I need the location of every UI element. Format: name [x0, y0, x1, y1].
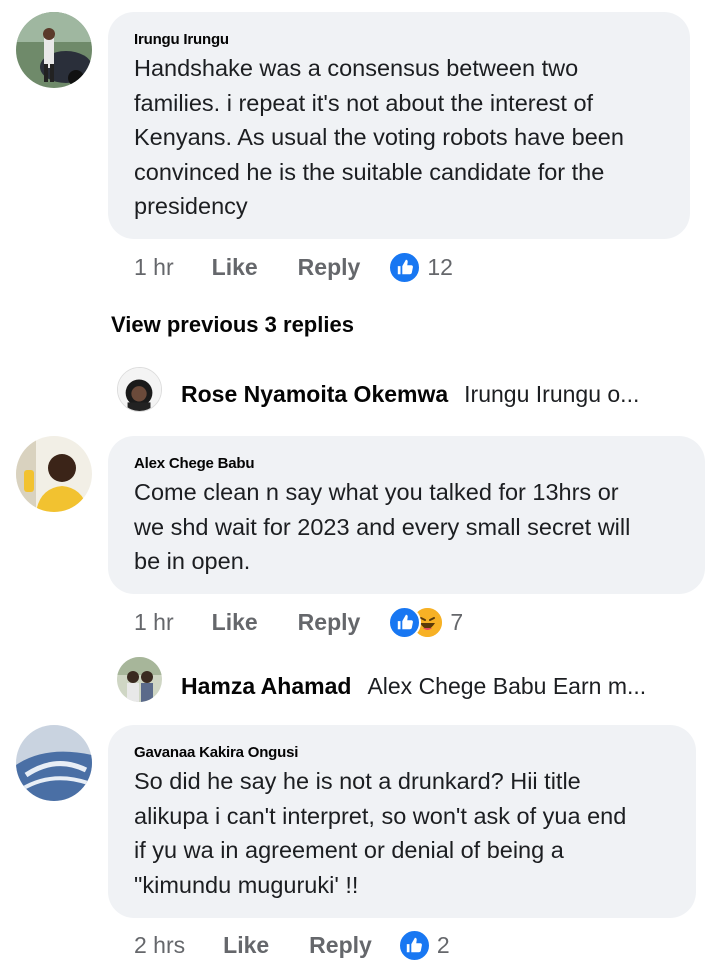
- view-previous-replies[interactable]: View previous 3 replies: [111, 312, 354, 338]
- like-icon: [388, 250, 422, 284]
- comment-actions: 1 hr Like Reply 7: [134, 604, 463, 640]
- reactions-summary[interactable]: 7: [388, 605, 464, 639]
- reply-author[interactable]: Hamza Ahamad: [181, 673, 351, 700]
- reply-button[interactable]: Reply: [298, 254, 361, 281]
- comment-author[interactable]: Gavanaa Kakira Ongusi: [134, 744, 298, 761]
- reactions-summary[interactable]: 12: [388, 250, 453, 284]
- reaction-count: 2: [436, 931, 450, 958]
- reply-button[interactable]: Reply: [309, 932, 372, 959]
- reactions-summary[interactable]: 2: [397, 928, 450, 962]
- reaction-count: 12: [427, 253, 453, 280]
- reply-text: Alex Chege Babu Earn m...: [367, 672, 647, 699]
- comment-timestamp[interactable]: 2 hrs: [134, 932, 185, 959]
- comment-timestamp[interactable]: 1 hr: [134, 609, 174, 636]
- comment-text: Come clean n say what you talked for 13h…: [134, 479, 631, 574]
- like-icon: [388, 605, 422, 639]
- like-button[interactable]: Like: [223, 932, 269, 959]
- comment-actions: 2 hrs Like Reply 2: [134, 927, 450, 963]
- comment-text: So did he say he is not a drunkard? Hii …: [134, 768, 627, 898]
- avatar[interactable]: [16, 436, 92, 512]
- reply-preview[interactable]: Hamza Ahamad Alex Chege Babu Earn m...: [181, 670, 681, 702]
- like-button[interactable]: Like: [212, 609, 258, 636]
- like-button[interactable]: Like: [212, 254, 258, 281]
- avatar[interactable]: [16, 725, 92, 801]
- reply-text: Irungu Irungu o...: [464, 380, 640, 407]
- like-icon: [397, 928, 431, 962]
- avatar[interactable]: [117, 657, 162, 702]
- comment-author[interactable]: Irungu Irungu: [134, 31, 229, 48]
- avatar[interactable]: [16, 12, 92, 88]
- reply-author[interactable]: Rose Nyamoita Okemwa: [181, 381, 448, 408]
- comment-timestamp[interactable]: 1 hr: [134, 254, 174, 281]
- comment-actions: 1 hr Like Reply 12: [134, 249, 453, 285]
- reply-button[interactable]: Reply: [298, 609, 361, 636]
- reply-preview[interactable]: Rose Nyamoita Okemwa Irungu Irungu o...: [181, 378, 681, 410]
- avatar[interactable]: [117, 367, 162, 412]
- comment-text: Handshake was a consensus between two fa…: [134, 55, 624, 219]
- comment-author[interactable]: Alex Chege Babu: [134, 455, 255, 472]
- reaction-count: 7: [450, 608, 464, 635]
